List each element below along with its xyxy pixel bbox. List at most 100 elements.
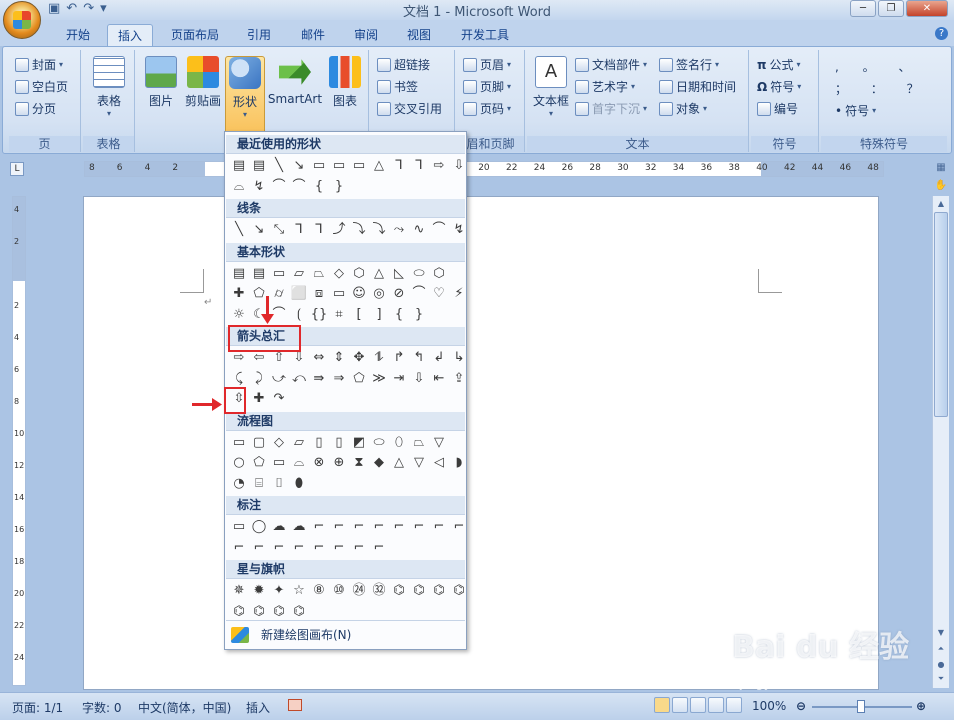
shape-icon[interactable]: ⌐ <box>350 518 368 536</box>
status-language[interactable]: 中文(简体，中国) <box>138 699 231 716</box>
close-button[interactable]: ✕ <box>906 0 948 17</box>
shape-icon[interactable]: ◇ <box>330 265 348 283</box>
zoom-slider-handle[interactable] <box>857 700 865 713</box>
shape-icon[interactable]: ⅂ <box>390 157 408 175</box>
shape-icon[interactable]: ⌒ <box>410 285 428 303</box>
shape-icon[interactable]: ㉔ <box>350 582 368 600</box>
horizontal-ruler[interactable]: 8642246810121416182022242628303234363840… <box>84 161 884 177</box>
status-word-count[interactable]: 字数: 0 <box>82 699 122 716</box>
shape-icon[interactable]: ✚ <box>250 390 268 408</box>
shape-icon[interactable]: ⤺ <box>290 370 308 388</box>
shape-icon[interactable]: ⤻ <box>270 370 288 388</box>
shape-icon[interactable]: ☼ <box>230 306 248 324</box>
blank-page-button[interactable]: 空白页 <box>15 78 68 95</box>
shape-icon[interactable]: ⇩ <box>450 157 468 175</box>
shape-icon[interactable]: ▤ <box>230 265 248 283</box>
shape-icon[interactable]: ⟮ <box>290 306 308 324</box>
shape-icon[interactable]: ⬭ <box>370 434 388 452</box>
shape-icon[interactable]: ⇔ <box>310 349 328 367</box>
scroll-down-icon[interactable]: ▼ <box>934 626 948 640</box>
shape-icon[interactable]: ⚡ <box>450 285 468 303</box>
shape-icon[interactable]: ⌭ <box>270 285 288 303</box>
shape-icon[interactable]: ⌐ <box>230 539 248 557</box>
shape-icon[interactable]: ⏢ <box>310 265 328 283</box>
punct-row-2[interactable]: ； ： ？ <box>835 80 929 97</box>
shape-icon[interactable]: ↲ <box>430 349 448 367</box>
shape-icon[interactable]: ▤ <box>230 157 248 175</box>
shape-icon[interactable]: ☆ <box>290 582 308 600</box>
shape-icon[interactable]: ⬠ <box>250 454 268 472</box>
shape-icon[interactable]: ⤸ <box>250 370 268 388</box>
shape-icon[interactable]: ✚ <box>230 285 248 303</box>
smartart-button[interactable]: SmartArt <box>267 56 323 106</box>
shape-icon[interactable]: ↯ <box>450 221 468 239</box>
shape-icon[interactable]: ⌐ <box>350 539 368 557</box>
full-screen-view-icon[interactable] <box>672 697 688 713</box>
shape-icon[interactable]: ⌐ <box>370 518 388 536</box>
shape-icon[interactable]: ㉜ <box>370 582 388 600</box>
shape-icon[interactable]: ◯ <box>250 518 268 536</box>
minimize-button[interactable]: ─ <box>850 0 876 17</box>
shape-icon[interactable]: ⌬ <box>450 582 468 600</box>
shape-icon[interactable]: ▤ <box>250 157 268 175</box>
shape-icon[interactable]: ⬡ <box>350 265 368 283</box>
shape-icon[interactable]: ⌐ <box>250 539 268 557</box>
tab-references[interactable]: 引用 <box>236 24 282 46</box>
shape-icon[interactable]: ⤴ <box>330 221 348 239</box>
shape-icon[interactable]: ▭ <box>310 157 328 175</box>
shape-icon[interactable]: ≫ <box>370 370 388 388</box>
shape-icon[interactable]: △ <box>370 157 388 175</box>
vertical-ruler[interactable]: 4 2 2 4 6 8 10 12 14 16 18 20 22 24 <box>12 196 26 686</box>
shape-icon[interactable]: ↰ <box>410 349 428 367</box>
shape-icon[interactable]: ⤹ <box>230 370 248 388</box>
view-ruler-icon[interactable]: ▦ <box>934 162 948 176</box>
shape-icon[interactable]: ⌐ <box>330 539 348 557</box>
shape-icon[interactable]: ⌬ <box>230 603 248 621</box>
shape-icon[interactable]: ⊘ <box>390 285 408 303</box>
tab-insert[interactable]: 插入 <box>107 24 153 46</box>
cover-page-button[interactable]: 封面 ▾ <box>15 56 63 73</box>
shape-icon[interactable]: ⅂ <box>410 157 428 175</box>
shape-icon[interactable]: ↱ <box>390 349 408 367</box>
shape-icon[interactable]: ⌐ <box>410 518 428 536</box>
drop-cap-button[interactable]: 首字下沉 ▾ <box>575 100 647 117</box>
shape-icon[interactable]: ∿ <box>410 221 428 239</box>
shape-icon[interactable]: { <box>390 306 408 324</box>
tab-review[interactable]: 审阅 <box>343 24 389 46</box>
shape-icon[interactable]: ⑩ <box>330 582 348 600</box>
help-icon[interactable]: ? <box>935 27 948 40</box>
status-page[interactable]: 页面: 1/1 <box>12 699 63 716</box>
shape-icon[interactable]: ⌓ <box>290 454 308 472</box>
shape-icon[interactable]: △ <box>370 265 388 283</box>
shape-icon[interactable]: ⤳ <box>390 221 408 239</box>
shape-icon[interactable]: [ <box>350 306 368 324</box>
shape-icon[interactable]: ☁ <box>270 518 288 536</box>
shape-icon[interactable]: ⌒ <box>270 178 288 196</box>
shape-icon[interactable]: ▯ <box>330 434 348 452</box>
shape-icon[interactable]: ⌐ <box>270 539 288 557</box>
shape-icon[interactable]: ⌷ <box>270 475 288 493</box>
hand-icon[interactable]: ✋ <box>934 180 948 194</box>
shape-icon[interactable]: { <box>310 178 328 196</box>
shape-icon[interactable]: ⌬ <box>250 603 268 621</box>
shape-icon[interactable]: ⬡ <box>430 265 448 283</box>
shape-icon[interactable]: ⧈ <box>310 285 328 303</box>
shape-icon[interactable]: ⅂ <box>310 221 328 239</box>
scroll-thumb[interactable] <box>934 212 948 417</box>
tab-mailings[interactable]: 邮件 <box>290 24 336 46</box>
shapes-button[interactable]: 形状 ▾ <box>225 56 265 134</box>
shape-icon[interactable]: ⬭ <box>410 265 428 283</box>
page-break-button[interactable]: 分页 <box>15 100 56 117</box>
tab-home[interactable]: 开始 <box>55 24 101 46</box>
shape-icon[interactable]: ⌐ <box>370 539 388 557</box>
shape-icon[interactable]: ⌐ <box>390 518 408 536</box>
shape-icon[interactable]: ◗ <box>450 454 468 472</box>
zoom-out-icon[interactable]: ⊖ <box>796 699 806 713</box>
shape-icon[interactable]: ☺ <box>350 285 368 303</box>
shape-icon[interactable]: ↘ <box>250 221 268 239</box>
web-layout-view-icon[interactable] <box>690 697 706 713</box>
shape-icon[interactable]: ⌸ <box>250 475 268 493</box>
shape-icon[interactable]: ☁ <box>290 518 308 536</box>
shape-icon[interactable]: ⇛ <box>310 370 328 388</box>
shape-icon[interactable]: ▭ <box>330 157 348 175</box>
